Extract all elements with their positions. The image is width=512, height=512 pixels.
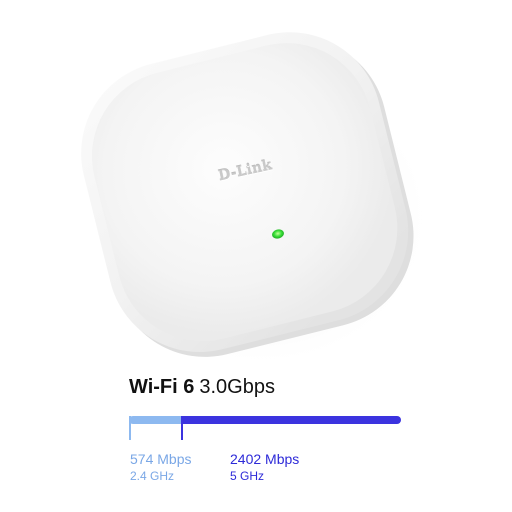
band-5g-frequency: 5 GHz: [230, 469, 265, 483]
band-5g-rate: 2402 Mbps: [230, 451, 300, 467]
band-2g-info: 574 Mbps 2.4 GHz: [130, 451, 191, 485]
access-point-device: [81, 32, 432, 368]
band-5g-tick: [181, 416, 183, 440]
wifi-standard: Wi-Fi 6: [129, 376, 195, 398]
band-2g-bar: [129, 416, 181, 424]
speed-bar: [129, 416, 401, 442]
band-2g-rate: 574 Mbps: [130, 451, 192, 467]
access-point-image: D-Link: [0, 0, 512, 370]
band-2g-frequency: 2.4 GHz: [130, 469, 175, 483]
wifi-spec-title: Wi-Fi 6 3.0Gbps: [129, 376, 275, 399]
total-speed: 3.0Gbps: [199, 376, 275, 398]
band-2g-tick: [129, 416, 131, 440]
band-5g-bar: [181, 416, 401, 424]
band-5g-info: 2402 Mbps 5 GHz: [230, 451, 299, 485]
